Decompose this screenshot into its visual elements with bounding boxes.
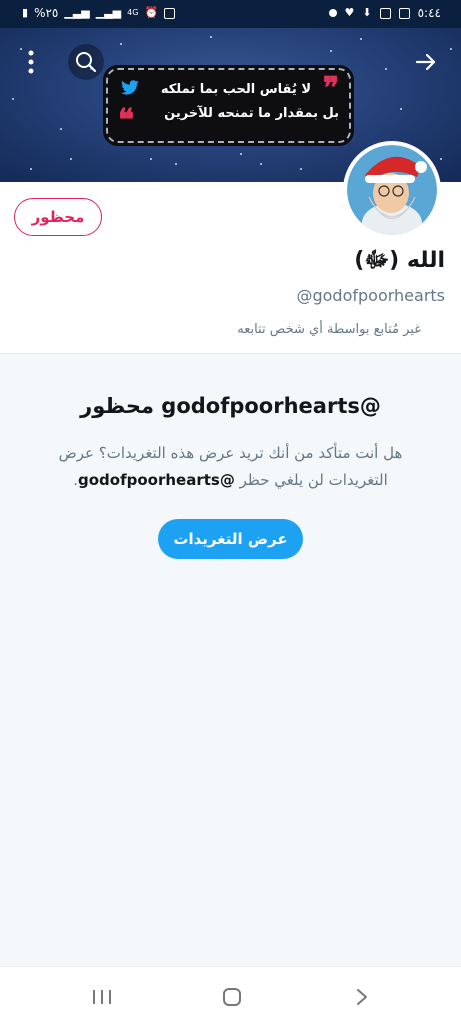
arrow-right-icon (415, 53, 436, 71)
battery-icon: ▮ (22, 6, 29, 19)
signal-icon-2: ▁▃▅ (95, 6, 122, 19)
back-nav-button[interactable] (342, 983, 382, 1011)
status-left: ▮ %٢٥ ▁▃▅ ▁▃▅ 4G ⏰ (22, 6, 176, 20)
blocked-title: @godofpoorhearts محظور (80, 394, 381, 418)
chevron-right-icon (357, 989, 367, 1005)
notification-dot-icon (328, 9, 337, 17)
gallery-icon (398, 7, 410, 19)
blocked-description-handle: @godofpoorhearts (78, 471, 235, 489)
heart-icon: ♥ (344, 6, 355, 19)
recent-apps-button[interactable] (82, 983, 122, 1011)
profile-header: محظور الله (ﷻ) @godofpoorhearts غير مُتا… (0, 141, 461, 354)
home-icon (223, 988, 241, 1006)
quote-open-mark: ❞ (322, 71, 339, 106)
blocked-button[interactable]: محظور (14, 198, 102, 236)
quote-line-2: بل بمقدار ما تمنحه للآخرين (164, 106, 339, 121)
more-options-button[interactable] (13, 44, 49, 80)
home-button[interactable] (212, 983, 252, 1011)
profile-display-name: الله (ﷻ) (354, 248, 445, 273)
followed-by-info: غير مُتابع بواسطة أي شخص تتابعه (237, 322, 421, 337)
twitter-bird-icon (121, 80, 139, 95)
quote-line-1: لا يُقاس الحب بما تملكه (160, 82, 311, 97)
blocked-description: هل أنت متأكد من أنك تريد عرض هذه التغريد… (40, 440, 421, 494)
search-icon (76, 52, 97, 73)
status-time: ٥:٤٤ (417, 6, 441, 20)
system-nav-bar (0, 966, 461, 1024)
blocked-notice: @godofpoorhearts محظور هل أنت متأكد من أ… (0, 354, 461, 966)
network-type: 4G (127, 8, 139, 17)
avatar[interactable] (343, 141, 441, 239)
recent-apps-icon (93, 990, 111, 1004)
message-icon (379, 7, 391, 19)
status-bar: ▮ %٢٥ ▁▃▅ ▁▃▅ 4G ⏰ ♥ ⬇ ٥:٤٤ (0, 0, 461, 28)
view-tweets-button[interactable]: عرض التغريدات (158, 519, 303, 559)
banner-quote-card: ❞ لا يُقاس الحب بما تملكه بل بمقدار ما ت… (103, 65, 354, 146)
status-right: ♥ ⬇ ٥:٤٤ (328, 6, 441, 20)
back-button[interactable] (408, 44, 444, 80)
alarm-icon: ⏰ (144, 6, 159, 19)
battery-percent: %٢٥ (34, 6, 59, 20)
profile-handle: @godofpoorhearts (296, 286, 445, 305)
signal-icon: ▁▃▅ (64, 6, 90, 19)
avatar-illustration (347, 145, 437, 235)
search-button[interactable] (68, 44, 104, 80)
lock-icon (164, 7, 176, 19)
download-icon: ⬇ (362, 6, 372, 19)
more-vertical-icon (28, 50, 34, 74)
quote-close-mark: ❝ (118, 103, 135, 138)
